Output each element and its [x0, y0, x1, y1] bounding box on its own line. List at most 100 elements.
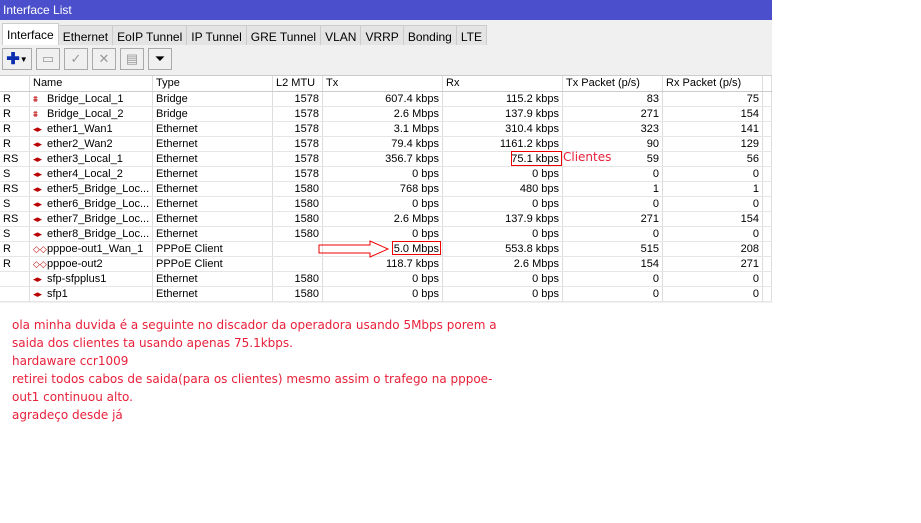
cell: 480 bps — [443, 182, 563, 196]
cell: 1 — [663, 182, 763, 196]
cell: 1578 — [273, 167, 323, 181]
window-title: Interface List — [0, 0, 772, 20]
bridge-icon: ⩩ — [33, 94, 38, 104]
table-row[interactable]: R ⩩ Bridge_Local_2 Bridge 1578 2.6 Mbps 137.9 … — [0, 107, 772, 122]
table-row[interactable]: S ◂▸ ether4_Local_2 Ethernet 1578 0 bps 0 bps 0… — [0, 167, 772, 182]
table-row[interactable]: R ◂▸ ether2_Wan2 Ethernet 1578 79.4 kbps 1161.… — [0, 137, 772, 152]
cell-name: ◂▸ ether4_Local_2 — [30, 167, 153, 181]
cell: 75 — [663, 92, 763, 106]
cell: 0 bps — [323, 272, 443, 286]
ethernet-icon: ◂▸ — [33, 289, 43, 299]
cell-name: ◂▸ ether2_Wan2 — [30, 137, 153, 151]
comment-button[interactable]: ▤ — [120, 48, 144, 70]
highlight-tx-pppoe — [392, 241, 441, 255]
cell: 0 bps — [443, 197, 563, 211]
cell: 0 bps — [443, 167, 563, 181]
interface-name: ether8_Bridge_Loc... — [47, 228, 150, 240]
cell: 83 — [563, 92, 663, 106]
tab-ip-tunnel[interactable]: IP Tunnel — [186, 25, 247, 45]
cell: 768 bps — [323, 182, 443, 196]
cell: 0 bps — [323, 287, 443, 301]
table-header: Name Type L2 MTU Tx Rx Tx Packet (p/s) Rx Pack… — [0, 76, 772, 92]
column-header[interactable]: Tx Packet (p/s) — [563, 76, 663, 91]
cell: RS — [0, 152, 30, 166]
interface-name: ether6_Bridge_Loc... — [47, 198, 150, 210]
cell: 1580 — [273, 272, 323, 286]
cell-name: ◂▸ ether7_Bridge_Loc... — [30, 212, 153, 226]
cell — [763, 122, 772, 136]
cell: 129 — [663, 137, 763, 151]
tab-vrrp[interactable]: VRRP — [360, 25, 404, 45]
cell: 0 — [563, 227, 663, 241]
table-row[interactable]: R ◇◇pppoe-out2 PPPoE Client 118.7 kbps 2.6 M… — [0, 257, 772, 272]
column-header[interactable]: Name — [30, 76, 153, 91]
cell: 1580 — [273, 227, 323, 241]
filter-button[interactable]: ⏷ — [148, 48, 172, 70]
cell: PPPoE Client — [153, 257, 273, 271]
cell: Ethernet — [153, 197, 273, 211]
cell: RS — [0, 182, 30, 196]
table-row[interactable]: R ⩩ Bridge_Local_1 Bridge 1578 607.4 kbps 115.… — [0, 92, 772, 107]
ethernet-icon: ◂▸ — [33, 274, 43, 284]
table-row[interactable]: ◂▸ sfp-sfpplus1 Ethernet 1580 0 bps 0 bps 0 0 — [0, 272, 772, 287]
table-row[interactable]: ◂▸ sfp1 Ethernet 1580 0 bps 0 bps 0 0 — [0, 287, 772, 302]
arrow-icon — [318, 240, 390, 258]
table-row[interactable]: S ◂▸ ether6_Bridge_Loc... Ethernet 1580 0 bps… — [0, 197, 772, 212]
tab-vlan[interactable]: VLAN — [320, 25, 362, 45]
cell: 2.6 Mbps — [443, 257, 563, 271]
add-button[interactable]: ✚ ▼ — [2, 48, 32, 70]
table-row[interactable]: RS ◂▸ ether3_Local_1 Ethernet 1578 356.7 kbps… — [0, 152, 772, 167]
cell: R — [0, 242, 30, 256]
cell: 1580 — [273, 212, 323, 226]
column-header[interactable]: L2 MTU — [273, 76, 323, 91]
cell: 0 — [663, 272, 763, 286]
cell-name: ⩩ Bridge_Local_1 — [30, 92, 153, 106]
interface-name: sfp1 — [47, 288, 68, 300]
cell: Ethernet — [153, 287, 273, 301]
cell: 1580 — [273, 182, 323, 196]
cell: 0 — [563, 272, 663, 286]
cell: 0 — [663, 227, 763, 241]
pppoe-icon: ◇◇ — [33, 259, 47, 269]
enable-button[interactable]: ✓ — [64, 48, 88, 70]
column-header[interactable] — [0, 76, 30, 91]
cell: 2.6 Mbps — [323, 107, 443, 121]
column-header[interactable]: Rx — [443, 76, 563, 91]
column-header[interactable]: Type — [153, 76, 273, 91]
ethernet-icon: ◂▸ — [33, 124, 43, 134]
cell: 137.9 kbps — [443, 212, 563, 226]
tab-ethernet[interactable]: Ethernet — [57, 25, 114, 45]
note-line: retirei todos cabos de saida(para os cli… — [12, 372, 493, 386]
cell — [763, 92, 772, 106]
disable-button[interactable]: ✕ — [92, 48, 116, 70]
cell — [0, 287, 30, 301]
column-header[interactable]: Rx Packet (p/s) — [663, 76, 763, 91]
interface-name: pppoe-out2 — [47, 258, 103, 270]
cell: 0 — [663, 197, 763, 211]
highlight-rx-ether3 — [511, 151, 562, 166]
column-header[interactable]: Tx — [323, 76, 443, 91]
note-line: hardaware ccr1009 — [12, 354, 129, 368]
interface-name: ether1_Wan1 — [47, 123, 113, 135]
remove-button[interactable]: ▭ — [36, 48, 60, 70]
table-row[interactable]: R ◂▸ ether1_Wan1 Ethernet 1578 3.1 Mbps 310.4 … — [0, 122, 772, 137]
cell: 356.7 kbps — [323, 152, 443, 166]
question-note: ola minha duvida é a seguinte no discado… — [12, 316, 497, 424]
tab-gre-tunnel[interactable]: GRE Tunnel — [245, 25, 322, 45]
table-row[interactable]: RS ◂▸ ether7_Bridge_Loc... Ethernet 1580 2.6 … — [0, 212, 772, 227]
pppoe-icon: ◇◇ — [33, 244, 47, 254]
tab-eoip-tunnel[interactable]: EoIP Tunnel — [112, 25, 188, 45]
table-row[interactable]: RS ◂▸ ether5_Bridge_Loc... Ethernet 1580 768 … — [0, 182, 772, 197]
cell: 1580 — [273, 287, 323, 301]
tab-lte[interactable]: LTE — [455, 25, 487, 45]
cell: 1578 — [273, 92, 323, 106]
cell: 1161.2 kbps — [443, 137, 563, 151]
tab-bonding[interactable]: Bonding — [402, 25, 457, 45]
cell: 0 bps — [443, 227, 563, 241]
tab-interface[interactable]: Interface — [2, 23, 59, 45]
cell — [763, 227, 772, 241]
cell: Ethernet — [153, 122, 273, 136]
cell: 118.7 kbps — [323, 257, 443, 271]
cell-name: ◇◇pppoe-out2 — [30, 257, 153, 271]
cell: 271 — [563, 212, 663, 226]
